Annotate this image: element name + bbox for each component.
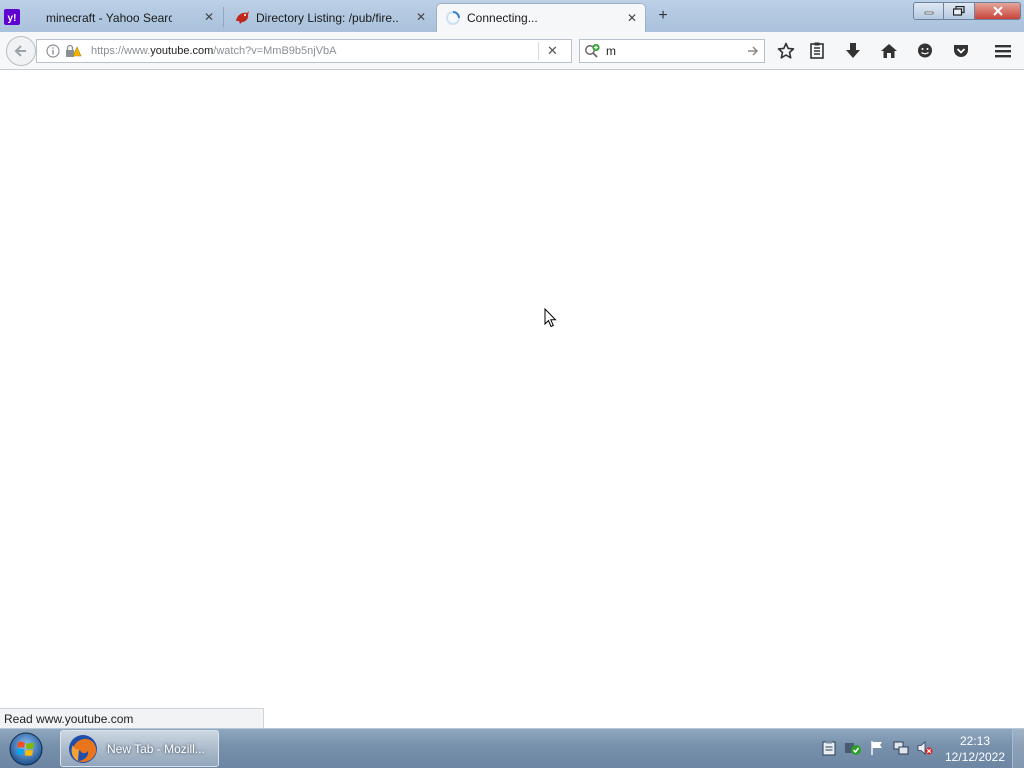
close-icon xyxy=(992,6,1003,16)
download-icon xyxy=(846,43,860,58)
menu-button[interactable] xyxy=(993,41,1013,61)
restore-icon xyxy=(953,6,965,16)
search-box[interactable]: m xyxy=(579,39,765,63)
clock-time: 22:13 xyxy=(959,734,991,748)
search-icon xyxy=(585,43,600,58)
url-suffix: /watch?v=MmB9b5njVbA xyxy=(213,45,337,57)
back-button[interactable] xyxy=(6,36,36,66)
tab-directory-listing[interactable]: Directory Listing: /pub/fire... ✕ xyxy=(226,3,434,32)
tab-connecting[interactable]: Connecting... ✕ xyxy=(436,3,646,32)
network-icon[interactable] xyxy=(892,739,910,757)
tab-label: Directory Listing: /pub/fire... xyxy=(256,10,398,25)
reading-list-icon xyxy=(810,42,824,59)
home-button[interactable] xyxy=(879,41,899,61)
chat-icon xyxy=(918,43,932,58)
search-input[interactable]: m xyxy=(606,44,746,58)
window-close-button[interactable] xyxy=(975,2,1021,20)
url-bar[interactable]: https://www.youtube.com/watch?v=MmB9b5nj… xyxy=(36,39,572,63)
minimize-button[interactable] xyxy=(913,2,944,20)
reading-list-button[interactable] xyxy=(807,41,827,61)
system-clock[interactable]: 22:13 12/12/2022 xyxy=(940,733,1010,765)
taskbar-firefox-window[interactable]: New Tab - Mozill... xyxy=(60,730,219,767)
system-tray xyxy=(820,739,934,757)
info-icon[interactable] xyxy=(45,43,61,59)
close-icon[interactable]: ✕ xyxy=(414,10,428,24)
show-desktop-button[interactable] xyxy=(1012,729,1024,768)
hello-chat-button[interactable] xyxy=(915,41,935,61)
tab-separator xyxy=(223,7,224,27)
firefox-icon xyxy=(69,734,97,763)
window-controls xyxy=(913,2,1021,20)
search-go-arrow-icon[interactable] xyxy=(746,44,760,58)
tab-strip: y! minecraft - Yahoo Search ... ✕ Direct… xyxy=(0,0,1024,32)
taskbar-window-label: New Tab - Mozill... xyxy=(107,741,205,756)
tab-label: Connecting... xyxy=(467,11,538,25)
page-content-area xyxy=(0,71,1024,708)
start-orb-icon[interactable] xyxy=(5,731,47,767)
clock-date: 12/12/2022 xyxy=(944,750,1006,764)
new-tab-button[interactable]: + xyxy=(652,5,674,27)
url-prefix: https://www. xyxy=(91,45,151,57)
restore-button[interactable] xyxy=(944,2,975,20)
mouse-pointer-icon xyxy=(544,308,557,328)
svg-text:y!: y! xyxy=(8,13,17,24)
tab-label: minecraft - Yahoo Search ... xyxy=(46,10,172,25)
tab-yahoo[interactable]: y! minecraft - Yahoo Search ... ✕ xyxy=(0,3,224,32)
close-icon[interactable]: ✕ xyxy=(625,11,639,25)
status-panel: Read www.youtube.com xyxy=(0,708,264,728)
stop-icon[interactable]: ✕ xyxy=(547,44,561,58)
action-center-flag-icon[interactable] xyxy=(868,739,886,757)
clipboard-icon[interactable] xyxy=(820,739,838,757)
navigation-toolbar: https://www.youtube.com/watch?v=MmB9b5nj… xyxy=(0,32,1024,70)
pocket-icon xyxy=(954,45,968,57)
bookmark-star-button[interactable] xyxy=(776,41,796,61)
downloads-button[interactable] xyxy=(843,41,863,61)
url-domain: youtube.com xyxy=(150,45,214,57)
url-text[interactable]: https://www.youtube.com/watch?v=MmB9b5nj… xyxy=(91,45,531,57)
star-icon xyxy=(777,42,795,59)
url-divider xyxy=(538,42,539,60)
menu-icon xyxy=(995,45,1011,58)
yahoo-icon: y! xyxy=(4,9,20,25)
security-shield-icon[interactable] xyxy=(844,739,862,757)
mozilla-dino-icon xyxy=(236,11,249,24)
home-icon xyxy=(881,44,897,58)
lock-warning-icon[interactable] xyxy=(63,43,83,59)
taskbar: New Tab - Mozill... 22:13 12/12/2022 xyxy=(0,728,1024,768)
pocket-button[interactable] xyxy=(951,41,971,61)
back-arrow-icon xyxy=(14,45,26,57)
minimize-icon xyxy=(924,11,933,15)
volume-muted-icon[interactable] xyxy=(916,739,934,757)
loading-spinner-icon xyxy=(446,11,460,25)
close-icon[interactable]: ✕ xyxy=(202,10,216,24)
